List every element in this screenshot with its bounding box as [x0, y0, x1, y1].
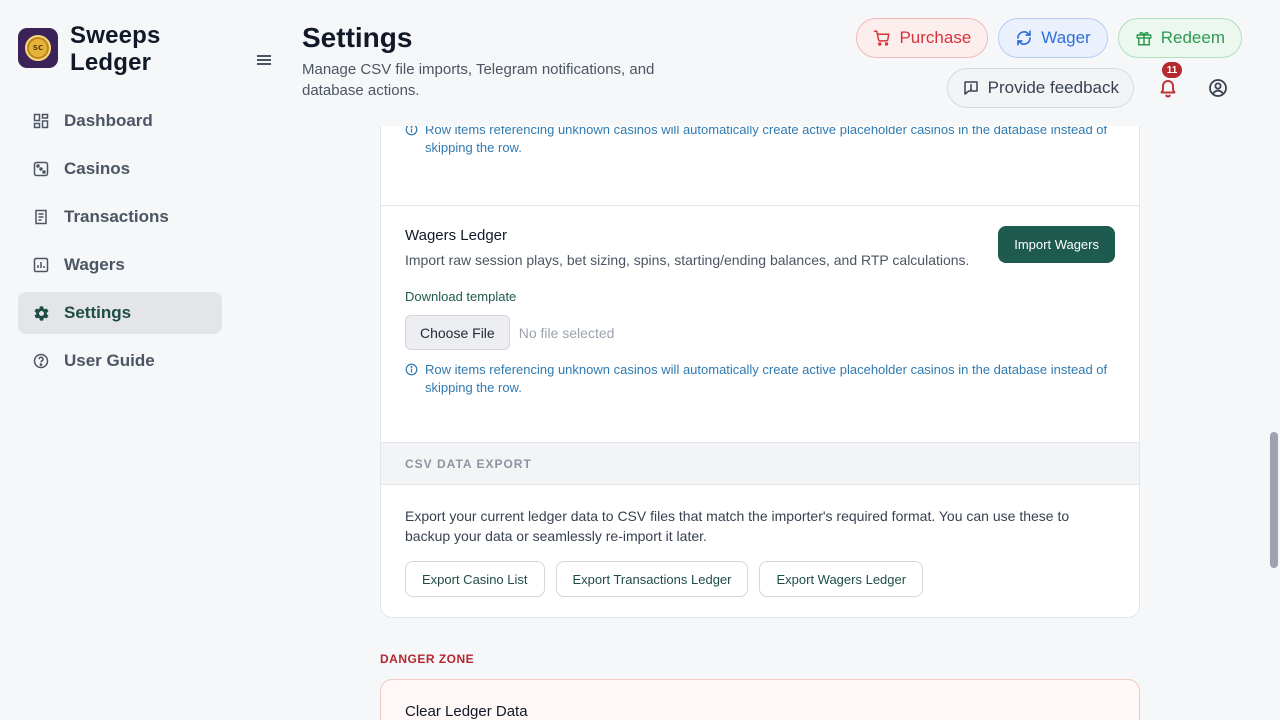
download-template-link[interactable]: Download template [405, 289, 1115, 304]
sidebar-item-label: Casinos [64, 159, 131, 178]
info-icon [405, 363, 418, 376]
notification-badge: 11 [1162, 62, 1182, 78]
feedback-label: Provide feedback [987, 78, 1119, 97]
sidebar-nav: Dashboard Casinos Transactions Wagers Se… [18, 100, 222, 388]
sidebar-item-label: Transactions [64, 207, 169, 226]
csv-settings-card: Row items referencing unknown casinos wi… [380, 126, 1140, 618]
info-note: Row items referencing unknown casinos wi… [405, 126, 1115, 157]
export-transactions-button[interactable]: Export Transactions Ledger [555, 561, 749, 597]
quick-actions: Purchase Wager Redeem [856, 18, 1242, 58]
danger-item-title: Clear Ledger Data [405, 703, 528, 720]
choose-file-button[interactable]: Choose File [405, 315, 510, 350]
info-note-text: Row items referencing unknown casinos wi… [425, 126, 1108, 155]
gift-icon [1136, 31, 1152, 46]
notifications-button[interactable]: 11 [1156, 62, 1182, 100]
coin-logo-icon: SC [25, 35, 51, 61]
file-input: Choose File No file selected [405, 315, 1115, 350]
purchase-button[interactable]: Purchase [856, 18, 989, 58]
page-title: Settings [302, 22, 413, 53]
sidebar: SC Sweeps Ledger Dashboard Casinos Trans… [0, 0, 240, 720]
file-status: No file selected [518, 324, 615, 341]
export-wagers-button[interactable]: Export Wagers Ledger [759, 561, 924, 597]
sidebar-item-transactions[interactable]: Transactions [18, 196, 222, 238]
settings-scroll-region: Row items referencing unknown casinos wi… [380, 126, 1140, 720]
sidebar-item-casinos[interactable]: Casinos [18, 148, 222, 190]
sidebar-item-label: Settings [64, 303, 132, 322]
app-name: Sweeps Ledger [70, 22, 161, 76]
info-note: Row items referencing unknown casinos wi… [405, 361, 1115, 397]
sidebar-item-wagers[interactable]: Wagers [18, 244, 222, 286]
sidebar-item-dashboard[interactable]: Dashboard [18, 100, 222, 142]
info-note-text: Row items referencing unknown casinos wi… [425, 362, 1108, 395]
redeem-label: Redeem [1160, 28, 1225, 47]
gear-icon [32, 304, 50, 322]
danger-zone-label: DANGER ZONE [380, 652, 475, 666]
export-casino-list-button[interactable]: Export Casino List [405, 561, 545, 597]
wager-label: Wager [1041, 28, 1091, 47]
provide-feedback-button[interactable]: Provide feedback [946, 68, 1134, 108]
export-description: Export your current ledger data to CSV f… [405, 508, 1070, 544]
receipt-icon [32, 208, 50, 226]
dashboard-icon [32, 112, 50, 130]
header-utilities: Provide feedback 11 [946, 62, 1230, 108]
user-profile-button[interactable] [1206, 76, 1230, 100]
dice-icon [32, 160, 50, 178]
export-section: Export your current ledger data to CSV f… [381, 485, 1139, 617]
sidebar-item-settings[interactable]: Settings [18, 292, 222, 334]
wager-button[interactable]: Wager [998, 18, 1108, 58]
help-circle-icon [32, 352, 50, 370]
app-logo: SC [18, 28, 58, 68]
sidebar-item-label: User Guide [64, 351, 155, 370]
user-circle-icon [1209, 79, 1227, 97]
casinos-import-section: Row items referencing unknown casinos wi… [381, 126, 1139, 206]
import-wagers-button[interactable]: Import Wagers [998, 226, 1115, 263]
sidebar-item-label: Wagers [64, 255, 125, 274]
info-icon [405, 126, 418, 136]
sidebar-item-label: Dashboard [64, 111, 153, 130]
page-scrollbar[interactable] [1270, 432, 1278, 568]
export-buttons: Export Casino List Export Transactions L… [405, 561, 1115, 597]
feedback-icon [963, 81, 978, 95]
redeem-button[interactable]: Redeem [1117, 18, 1242, 58]
brand[interactable]: SC Sweeps Ledger [18, 22, 190, 76]
export-section-heading: CSV DATA EXPORT [381, 443, 1139, 485]
danger-zone-card: Clear Ledger Data [380, 679, 1140, 720]
sidebar-item-user-guide[interactable]: User Guide [18, 340, 222, 382]
bell-icon [1160, 80, 1176, 98]
wagers-import-section: Wagers Ledger Import raw session plays, … [381, 206, 1139, 443]
refresh-icon [1017, 30, 1032, 46]
purchase-label: Purchase [899, 28, 972, 47]
cart-icon [874, 30, 890, 46]
page-subtitle: Manage CSV file imports, Telegram notifi… [302, 61, 655, 99]
menu-toggle-icon[interactable] [254, 53, 274, 73]
chart-icon [32, 256, 50, 274]
